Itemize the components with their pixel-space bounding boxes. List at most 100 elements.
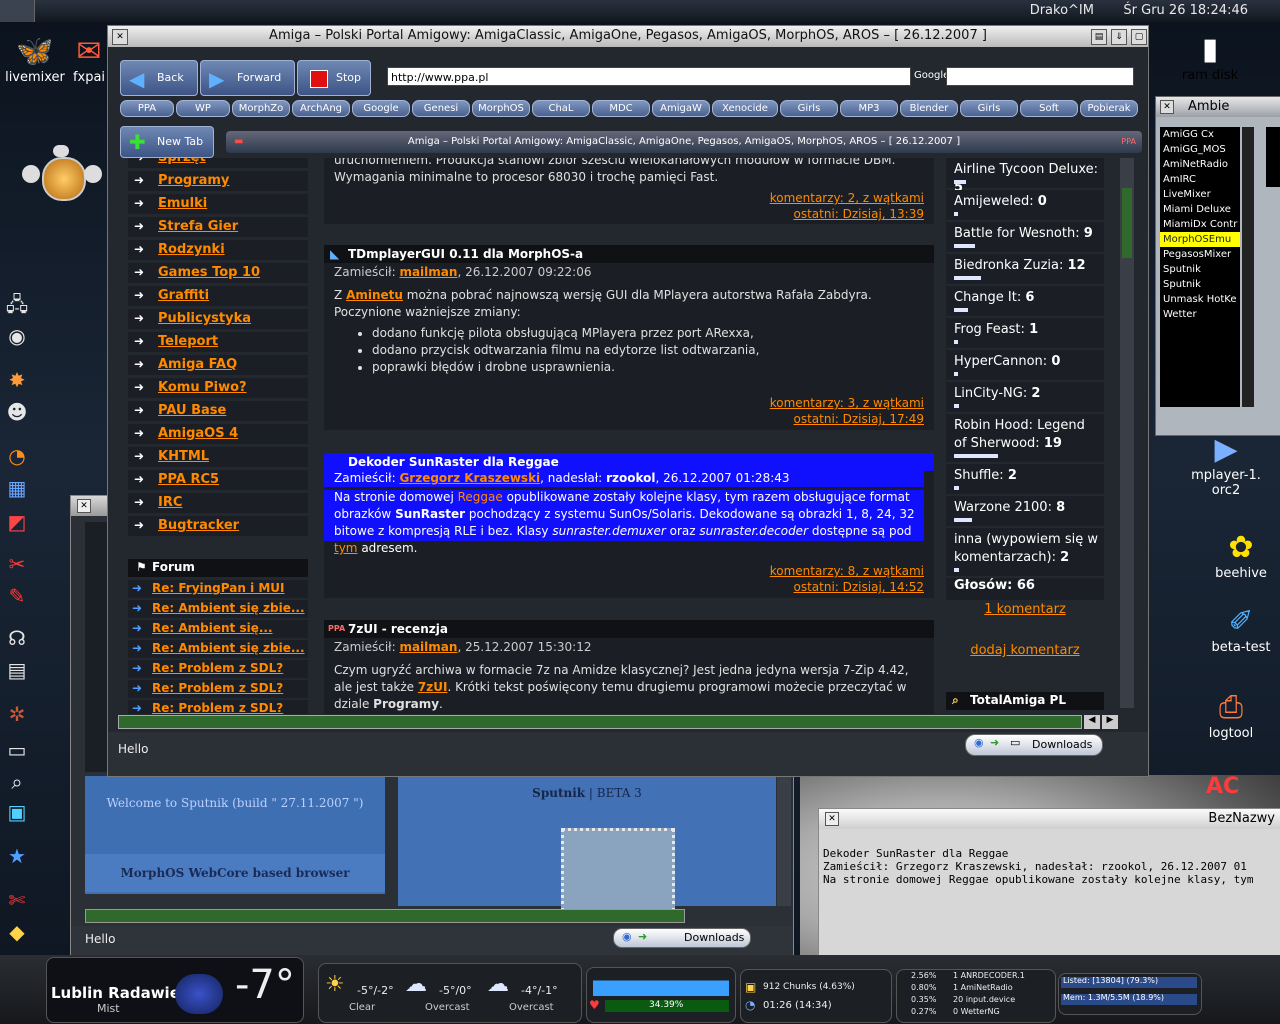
forum-item[interactable]: ➜ Re: Ambient się zbie... [128,640,308,658]
iconify-icon[interactable]: ⇓ [1111,29,1127,45]
reggae-link[interactable]: Reggae [458,490,503,504]
forum-link[interactable]: Re: Problem z SDL? [152,681,283,695]
bookmark-button[interactable]: Xenocide [712,100,778,117]
sputnik-downloads-button[interactable]: ◉ ➜ Downloads [613,928,751,948]
depth-icon[interactable]: ▤ [1091,29,1107,45]
media-control-dial[interactable] [20,145,104,211]
nav-item[interactable]: ➜ Graffiti [128,286,308,306]
bug-icon[interactable]: ✲ [2,700,32,728]
process-monitor[interactable]: 2.56% 1 ANRDECODER.1 0.80% 1 AmiNetRadio 0.3… [896,969,1056,1023]
nav-item[interactable]: ➜ Programy [128,171,308,191]
nav-link[interactable]: Komu Piwo? [158,380,247,395]
bookmark-button[interactable]: Blender [900,100,958,117]
bookmark-button[interactable]: MP3 [840,100,898,117]
nav-item[interactable]: ➜ Amiga FAQ [128,355,308,375]
downloads-button[interactable]: ◉ ➜ ▭ Downloads [965,734,1103,756]
forum-link[interactable]: Re: Ambient się zbie... [152,601,305,615]
pencil-icon[interactable]: ✎ [2,582,32,610]
bookmark-button[interactable]: WP [176,100,230,117]
nav-link[interactable]: Sprzęt [158,158,206,165]
drive-icon[interactable]: ▭ [2,736,32,764]
play-icon[interactable] [42,157,86,201]
nav-link[interactable]: PAU Base [158,403,226,418]
ambient-scrollbar[interactable] [1242,127,1254,407]
globe-icon[interactable]: ◉ [2,322,32,350]
ambient-program-item[interactable]: AmiGG_MOS [1160,142,1240,157]
nav-item[interactable]: ➜ Strefa Gier [128,217,308,237]
nav-item[interactable]: ➜ KHTML [128,447,308,467]
zoom-icon[interactable]: ▢ [1131,29,1147,45]
nav-item[interactable]: ➜ Publicystyka [128,309,308,329]
bookmark-button[interactable]: AmigaW [652,100,710,117]
nav-item[interactable]: ➜ PAU Base [128,401,308,421]
nav-item[interactable]: ➜ Emulki [128,194,308,214]
cpu-monitor[interactable]: ♥ 34.39% [586,967,736,1023]
desktop-icon-logtool[interactable]: ⎙ logtool [1196,690,1266,741]
ambient-program-item[interactable]: MiamiDx Contr [1160,217,1240,232]
bookmark-button[interactable]: PPA [120,100,174,117]
bookmark-button[interactable]: ChaL [532,100,590,117]
latest-comment-link[interactable]: ostatni: Dzisiaj, 13:39 [770,206,924,222]
author-link[interactable]: mailman [399,640,457,654]
nav-link[interactable]: PPA RC5 [158,472,219,487]
menubar-corner[interactable] [0,0,35,22]
box-icon[interactable]: ◆ [2,918,32,946]
gift-icon[interactable]: ◩ [2,508,32,536]
desktop-icon-fxpaint[interactable]: ✉ fxpai [70,34,108,85]
ambient-program-item[interactable]: PegasosMixer [1160,247,1240,262]
aminet-link[interactable]: Aminetu [346,288,403,302]
scissors-icon[interactable]: ✄ [2,886,32,914]
bookmark-button[interactable]: Girls [960,100,1018,117]
close-icon[interactable]: ✕ [77,499,91,513]
forum-item[interactable]: ➜ Re: FryingPan i MUI [128,580,308,598]
ambient-program-item[interactable]: AmIRC [1160,172,1240,187]
desktop-icon-ramdisk[interactable]: ▮ ram disk [1175,32,1245,83]
headphones-icon[interactable]: ☊ [2,624,32,652]
poll-comments-link[interactable]: 1 komentarz [946,602,1104,617]
comments-link[interactable]: komentarzy: 8, z wątkami [770,563,924,579]
7zui-link[interactable]: 7zUI [418,680,448,694]
text-window-content[interactable]: Dekoder SunRaster dla Reggae Zamieścił: … [823,847,1279,886]
rewind-icon[interactable] [22,165,40,183]
new-tab-button[interactable]: ✚ New Tab [120,126,214,158]
forecast-widget[interactable]: ☀ -5°/-2° Clear ☁ -5°/0° Overcast ☁ -4°/… [318,963,582,1023]
bookmark-button[interactable]: Genesi [412,100,470,117]
poll-add-comment-link[interactable]: dodaj komentarz [946,643,1104,658]
network-icon[interactable]: 🖧 [2,290,32,318]
nav-item[interactable]: ➜ Games Top 10 [128,263,308,283]
comments-link[interactable]: komentarzy: 3, z wątkami [770,395,924,411]
url-field[interactable]: http://www.ppa.pl [387,67,911,86]
chart-icon[interactable]: ▦ [2,474,32,502]
nav-link[interactable]: Graffiti [158,288,209,303]
forward-button[interactable]: ▶ Forward [200,60,295,96]
burst-icon[interactable]: ✸ [2,366,32,394]
desktop-icon-livemixer[interactable]: 🦋 livemixer [2,34,68,85]
nav-link[interactable]: Emulki [158,196,207,211]
forum-link[interactable]: Re: Problem z SDL? [152,701,283,714]
bookmark-button[interactable]: MorphOS [472,100,530,117]
latest-comment-link[interactable]: ostatni: Dzisiaj, 14:52 [770,579,924,595]
bookmark-button[interactable]: ArchAng [292,100,350,117]
forum-item[interactable]: ➜ Re: Ambient się zbie... [128,600,308,618]
forum-item[interactable]: ➜ Re: Ambient się... [128,620,308,638]
forum-item[interactable]: ➜ Re: Problem z SDL? [128,700,308,714]
google-search-field[interactable] [946,67,1134,86]
ambient-program-item[interactable]: AmiNetRadio [1160,157,1240,172]
text-window-titlebar[interactable]: ✕ BezNazwy [819,809,1280,829]
nav-link[interactable]: Amiga FAQ [158,357,237,372]
close-icon[interactable]: ✕ [1160,100,1174,114]
ambient-titlebar[interactable]: ✕ Ambie [1156,97,1280,117]
ambient-program-item[interactable]: Wetter [1160,307,1240,322]
forum-link[interactable]: Re: Problem z SDL? [152,661,283,675]
system-stats[interactable]: Listed: [13804] (79.3%) Mem: 1.3M/5.5M (… [1058,973,1202,1015]
nav-item[interactable]: ➜ Rodzynki [128,240,308,260]
nav-link[interactable]: KHTML [158,449,209,464]
search-icon[interactable]: ⌕ [2,768,32,796]
nav-link[interactable]: IRC [158,495,182,510]
bookmark-button[interactable]: Soft [1020,100,1078,117]
nav-link[interactable]: Rodzynki [158,242,225,257]
ambient-program-item[interactable]: Unmask HotKe [1160,292,1240,307]
bookmark-button[interactable]: MDC [592,100,650,117]
nav-item[interactable]: ➜ AmigaOS 4 [128,424,308,444]
nav-link[interactable]: Bugtracker [158,518,239,533]
